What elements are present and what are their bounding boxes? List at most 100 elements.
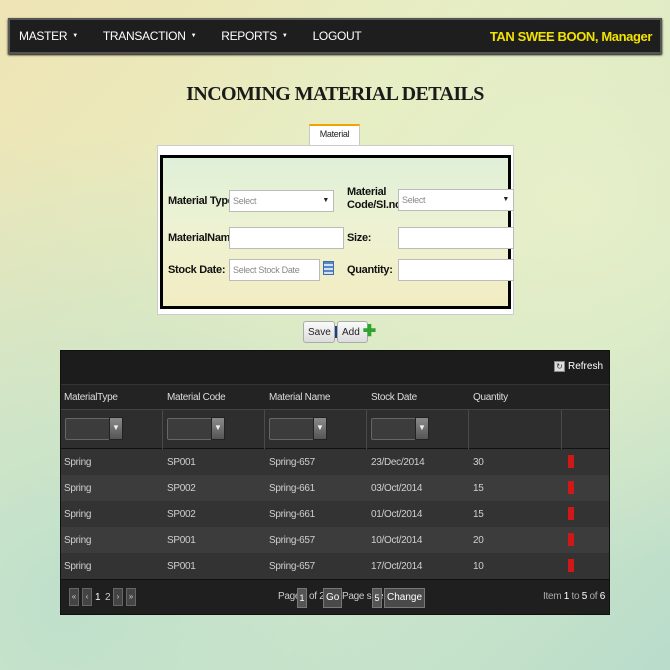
filter-row: ▼ ▼ ▼ ▼ [61,409,609,450]
column-header-material-code[interactable]: Material Code [167,392,226,403]
cell-stock-date: 01/Oct/2014 [371,509,423,520]
filter-icon[interactable]: ▼ [415,417,429,440]
material-name-input[interactable] [229,227,344,249]
filter-cell: ▼ [367,410,469,450]
column-header-material-name[interactable]: Material Name [269,392,330,403]
cell-material-name: Spring-657 [269,561,315,572]
filter-cell [562,410,609,450]
cell-quantity: 20 [473,535,484,546]
material-code-select[interactable]: Select ▼ [398,189,514,211]
tab-material-details[interactable]: Material Details [309,124,360,156]
cell-material-code: SP001 [167,561,196,572]
grid-pager: « ‹ 1 2 › » Page: 1 of 2 Go Page size: 5… [61,579,609,614]
refresh-label: Refresh [567,361,603,372]
go-button[interactable]: Go [323,588,343,608]
grid-header: MaterialType Material Code Material Name… [61,385,609,409]
plus-icon: ✚ [362,323,377,340]
cell-material-code: SP002 [167,509,196,520]
item-of: of [589,591,598,602]
page-number-1[interactable]: 1 [95,592,101,603]
top-nav-bar: MASTER ▼ TRANSACTION ▼ REPORTS ▼ LOGOUT … [8,18,662,54]
cell-quantity: 15 [473,483,484,494]
cell-material-code: SP001 [167,535,196,546]
table-row[interactable]: Spring SP002 Spring-661 03/Oct/2014 15 [61,475,609,501]
grid-toolbar: ↻ Refresh [61,351,609,385]
material-code-select-value: Select [402,195,426,205]
cell-quantity: 10 [473,561,484,572]
delete-icon[interactable] [568,559,574,572]
material-type-select-value: Select [233,196,257,206]
size-label: Size: [347,232,372,244]
column-header-material-type[interactable]: MaterialType [64,392,118,403]
item-prefix: Item [543,591,562,602]
filter-icon[interactable]: ▼ [313,417,327,440]
column-header-stock-date[interactable]: Stock Date [371,392,417,403]
cell-material-type: Spring [64,509,92,520]
table-row[interactable]: Spring SP001 Spring-657 10/Oct/2014 20 [61,527,609,553]
stock-date-input[interactable]: Select Stock Date [229,259,320,281]
delete-icon[interactable] [568,481,574,494]
menu-transaction-label: TRANSACTION [102,29,186,43]
table-row[interactable]: Spring SP002 Spring-661 01/Oct/2014 15 [61,501,609,527]
menu-master[interactable]: MASTER ▼ [19,29,78,43]
first-page-icon[interactable]: « [69,588,79,606]
refresh-button[interactable]: ↻ Refresh [553,361,603,372]
next-page-icon[interactable]: › [113,588,123,606]
chevron-down-icon: ▼ [281,33,288,39]
cell-stock-date: 23/Dec/2014 [371,457,425,468]
delete-icon[interactable] [568,455,574,468]
cell-stock-date: 03/Oct/2014 [371,483,423,494]
cell-material-name: Spring-657 [269,457,315,468]
chevron-down-icon: ▼ [190,33,197,39]
filter-icon[interactable]: ▼ [211,417,225,440]
menu-transaction[interactable]: TRANSACTION ▼ [102,29,197,43]
menu-master-label: MASTER [19,29,68,43]
table-row[interactable]: Spring SP001 Spring-657 23/Dec/2014 30 [61,449,609,475]
quantity-input[interactable] [398,259,514,281]
menu-reports[interactable]: REPORTS ▼ [221,29,288,43]
add-button[interactable]: Add ✚ [337,321,376,343]
prev-page-icon[interactable]: ‹ [82,588,92,606]
item-total: 6 [599,591,606,602]
cell-material-name: Spring-661 [269,483,315,494]
cell-material-type: Spring [64,483,92,494]
refresh-icon: ↻ [553,361,565,372]
page-input[interactable]: 1 [297,588,307,608]
cell-material-type: Spring [64,561,92,572]
calendar-icon[interactable] [323,261,334,275]
menu-logout[interactable]: LOGOUT [313,29,362,43]
filter-cell: ▼ [265,410,367,450]
chevron-down-icon: ▼ [72,33,78,39]
material-form-panel: Material Type: Select ▼ Material Code/Sl… [157,145,514,315]
cell-material-code: SP001 [167,457,196,468]
filter-icon[interactable]: ▼ [109,417,123,440]
cell-material-type: Spring [64,535,92,546]
cell-quantity: 30 [473,457,484,468]
size-input[interactable] [398,227,514,249]
material-code-label: Material Code/Sl.no: [347,186,405,211]
material-type-select[interactable]: Select ▼ [229,190,334,212]
menu-reports-label: REPORTS [221,29,277,43]
save-button[interactable]: Save [303,321,337,343]
delete-icon[interactable] [568,533,574,546]
dropdown-arrow-icon: ▼ [322,197,329,204]
table-row[interactable]: Spring SP001 Spring-657 17/Oct/2014 10 [61,553,609,579]
material-form: Material Type: Select ▼ Material Code/Sl… [160,155,514,309]
item-to: to [571,591,580,602]
change-button[interactable]: Change [384,588,426,608]
cell-material-name: Spring-661 [269,509,315,520]
filter-cell [469,410,562,450]
delete-icon[interactable] [568,507,574,520]
item-end: 5 [581,591,588,602]
cell-material-code: SP002 [167,483,196,494]
page-size-input[interactable]: 5 [372,588,382,608]
column-header-quantity[interactable]: Quantity [473,392,508,403]
cell-material-name: Spring-657 [269,535,315,546]
last-page-icon[interactable]: » [126,588,136,606]
dropdown-arrow-icon: ▼ [502,196,509,203]
stock-date-label: Stock Date: [168,264,226,276]
quantity-label: Quantity: [347,264,393,276]
page-title: INCOMING MATERIAL DETAILS [186,83,484,105]
page-number-2[interactable]: 2 [105,592,111,603]
material-type-label: Material Type: [168,195,237,207]
